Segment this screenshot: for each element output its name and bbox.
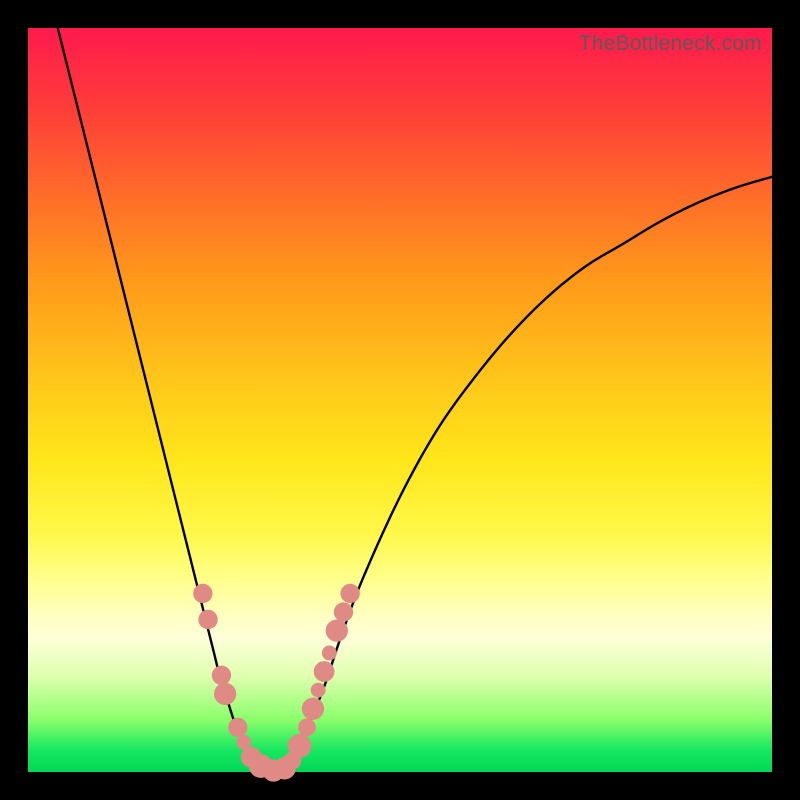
marker-point <box>228 718 247 737</box>
marker-point <box>340 584 359 603</box>
curve-left-branch <box>58 28 274 772</box>
marker-point <box>334 602 353 621</box>
curve-lines <box>58 28 772 772</box>
marker-point <box>326 619 348 641</box>
marker-point <box>198 610 217 629</box>
data-markers <box>193 584 360 782</box>
marker-point <box>298 718 316 736</box>
marker-point <box>322 646 337 661</box>
marker-point <box>214 683 236 705</box>
chart-svg <box>28 28 772 772</box>
marker-point <box>302 698 324 720</box>
marker-point <box>193 584 212 603</box>
curve-right-branch <box>274 177 772 772</box>
marker-point <box>288 734 312 758</box>
plot-area: TheBottleneck.com <box>28 28 772 772</box>
marker-point <box>311 683 326 698</box>
marker-point <box>314 661 335 682</box>
chart-frame: TheBottleneck.com <box>0 0 800 800</box>
marker-point <box>212 666 231 685</box>
